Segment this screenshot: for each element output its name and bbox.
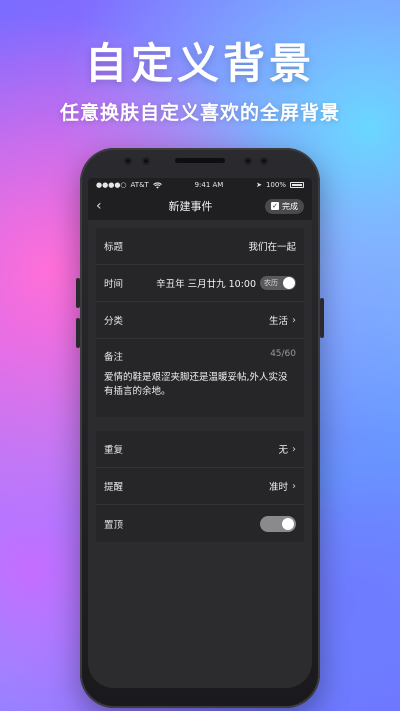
nav-bar: ‹ 新建事件 ✓ 完成 <box>88 192 312 220</box>
phone-speaker <box>175 158 225 163</box>
chevron-right-icon: › <box>292 480 296 492</box>
pin-label: 置顶 <box>104 519 124 531</box>
status-time: 9:41 AM <box>194 181 224 189</box>
phone-volume-button <box>76 278 80 308</box>
phone-screen: ●●●●○ AT&T 9:41 AM ➤ 100% ‹ 新建事件 ✓ 完成 标题 <box>88 178 312 688</box>
note-section: 备注 45/60 爱情的鞋是艰涩夹脚还是温暖妥帖,外人实没有插言的余地。 <box>96 339 304 417</box>
phone-sensor-icon <box>142 157 150 165</box>
phone-sensor-icon <box>244 157 252 165</box>
location-icon: ➤ <box>256 181 262 189</box>
pin-toggle[interactable] <box>260 515 296 532</box>
carrier-label: AT&T <box>130 181 149 189</box>
note-textarea[interactable]: 爱情的鞋是艰涩夹脚还是温暖妥帖,外人实没有插言的余地。 <box>96 371 304 417</box>
promo-headline: 自定义背景 <box>84 39 315 88</box>
status-bar: ●●●●○ AT&T 9:41 AM ➤ 100% <box>88 178 312 192</box>
title-row[interactable]: 标题 我们在一起 <box>96 228 304 265</box>
pin-row: 置顶 <box>96 505 304 542</box>
back-chevron-icon[interactable]: ‹ <box>96 198 116 214</box>
time-label: 时间 <box>104 279 124 290</box>
category-row[interactable]: 分类 生活 › <box>96 302 304 339</box>
event-form-card: 标题 我们在一起 时间 辛丑年 三月廿九 10:00 农历 分类 生活 › 备注… <box>96 228 304 417</box>
pin-toggle-knob <box>282 517 294 530</box>
category-value: 生活 <box>268 316 288 327</box>
lunar-toggle[interactable]: 农历 <box>260 276 296 290</box>
phone-volume-button <box>76 318 80 348</box>
reminder-row[interactable]: 提醒 准时 › <box>96 468 304 505</box>
lunar-toggle-knob <box>283 277 295 289</box>
done-button[interactable]: ✓ 完成 <box>265 198 304 214</box>
chevron-right-icon: › <box>292 314 296 326</box>
title-label: 标题 <box>104 242 124 253</box>
note-label: 备注 <box>104 352 124 363</box>
done-label: 完成 <box>282 201 298 211</box>
lunar-label: 农历 <box>264 279 278 287</box>
reminder-label: 提醒 <box>104 482 124 493</box>
title-value[interactable]: 我们在一起 <box>248 239 296 253</box>
battery-percent: 100% <box>265 181 286 189</box>
page-title: 新建事件 <box>168 200 213 213</box>
battery-icon <box>289 182 304 188</box>
phone-power-button <box>320 298 324 338</box>
phone-camera-icon <box>124 157 132 165</box>
check-icon: ✓ <box>271 202 279 210</box>
signal-icon: ●●●●○ <box>96 181 127 189</box>
phone-mockup: ●●●●○ AT&T 9:41 AM ➤ 100% ‹ 新建事件 ✓ 完成 标题 <box>76 148 324 708</box>
phone-sensor-icon <box>260 157 268 165</box>
chevron-right-icon: › <box>292 443 296 455</box>
time-row[interactable]: 时间 辛丑年 三月廿九 10:00 农历 <box>96 265 304 302</box>
wifi-icon <box>152 181 162 189</box>
category-label: 分类 <box>104 316 124 327</box>
repeat-label: 重复 <box>104 445 124 456</box>
time-value[interactable]: 辛丑年 三月廿九 10:00 <box>156 276 256 290</box>
repeat-row[interactable]: 重复 无 › <box>96 431 304 468</box>
note-char-count: 45/60 <box>270 349 296 359</box>
reminder-value: 准时 <box>268 482 288 493</box>
promo-subline: 任意换肤自定义喜欢的全屏背景 <box>59 102 340 124</box>
repeat-value: 无 <box>278 445 288 456</box>
options-card: 重复 无 › 提醒 准时 › 置顶 <box>96 431 304 542</box>
